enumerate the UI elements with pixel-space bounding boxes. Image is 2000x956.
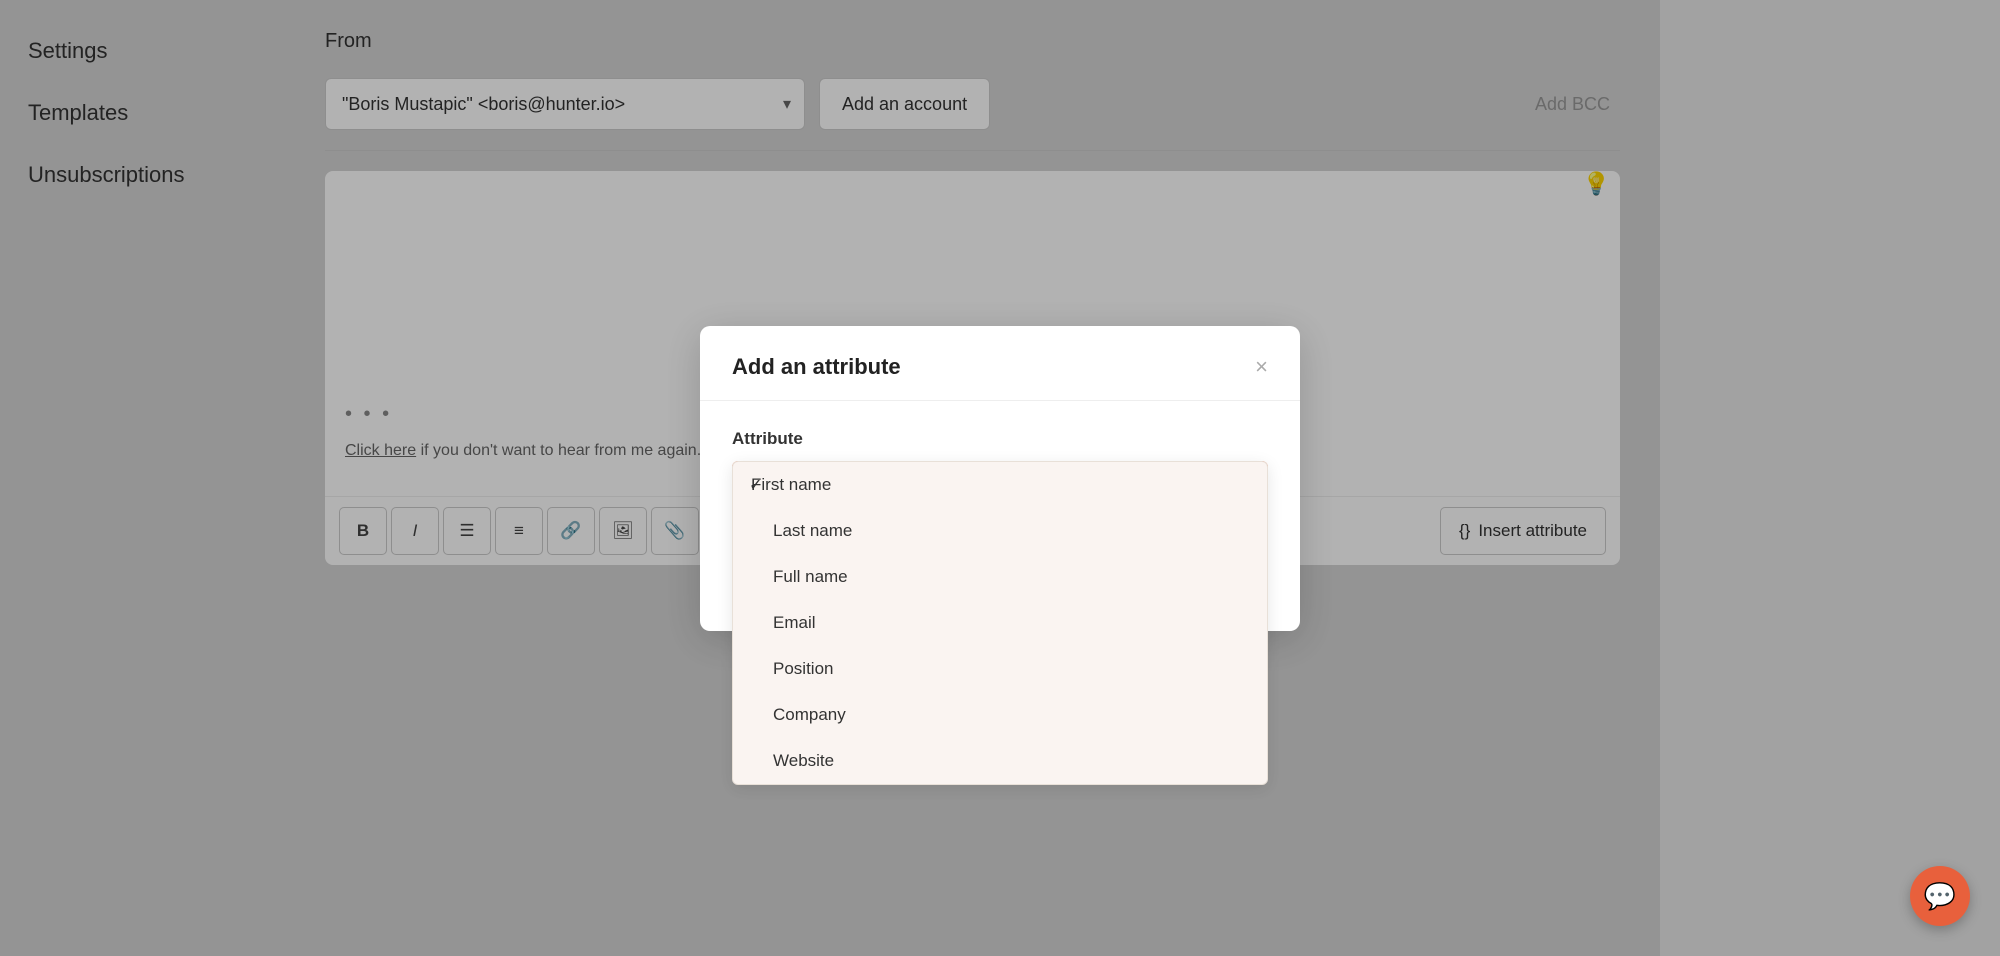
modal-close-button[interactable]: × (1255, 356, 1268, 378)
attribute-option-full-name[interactable]: Full name (733, 554, 1267, 600)
chat-icon: 💬 (1924, 881, 1956, 912)
modal-add-attribute: Add an attribute × Attribute First name … (700, 326, 1300, 631)
chat-bubble[interactable]: 💬 (1910, 866, 1970, 926)
first-name-label: First name (751, 475, 831, 494)
modal-title: Add an attribute (732, 354, 901, 380)
attribute-label: Attribute (732, 429, 1268, 449)
attribute-dropdown-list: First name Last name Full name Email Pos… (732, 461, 1268, 785)
website-label: Website (773, 751, 834, 770)
position-label: Position (773, 659, 833, 678)
modal-overlay[interactable]: Add an attribute × Attribute First name … (0, 0, 2000, 956)
attribute-option-company[interactable]: Company (733, 692, 1267, 738)
last-name-label: Last name (773, 521, 852, 540)
attribute-option-website[interactable]: Website (733, 738, 1267, 784)
modal-body: Attribute First name ▾ First name Last n… (700, 401, 1300, 533)
email-label: Email (773, 613, 816, 632)
modal-header: Add an attribute × (700, 326, 1300, 401)
company-label: Company (773, 705, 846, 724)
attribute-option-last-name[interactable]: Last name (733, 508, 1267, 554)
attribute-option-first-name[interactable]: First name (733, 462, 1267, 508)
attribute-option-email[interactable]: Email (733, 600, 1267, 646)
attribute-option-position[interactable]: Position (733, 646, 1267, 692)
attribute-dropdown-container: First name ▾ First name Last name Full n… (732, 461, 1268, 509)
full-name-label: Full name (773, 567, 848, 586)
